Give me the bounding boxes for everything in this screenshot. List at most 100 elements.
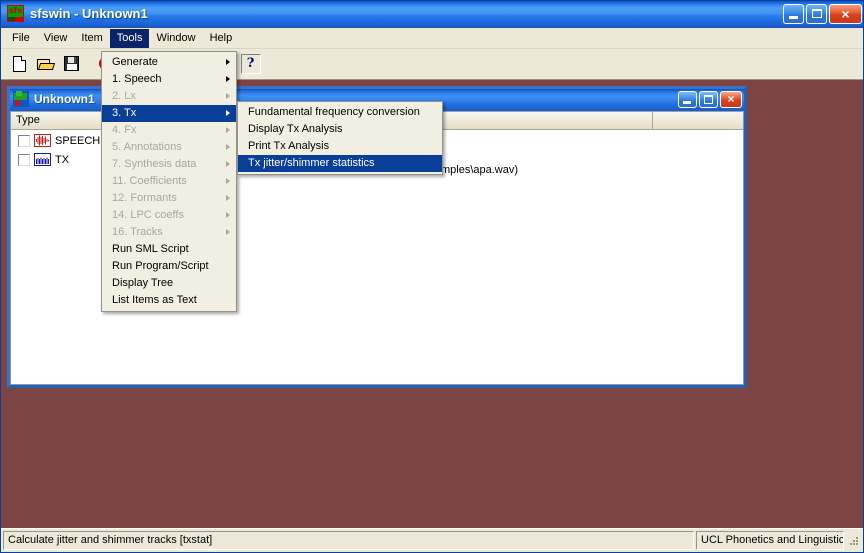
menu-item-label: Run Program/Script: [112, 260, 209, 272]
menu-item-label: 12. Formants: [112, 192, 177, 204]
maximize-button[interactable]: [806, 4, 827, 24]
title-bar-left-group: sfs sfswin - Unknown1: [7, 5, 148, 22]
chevron-right-icon: [226, 195, 230, 201]
menu-item-label: Run SML Script: [112, 243, 189, 255]
chevron-right-icon: [226, 93, 230, 99]
menu-help[interactable]: Help: [203, 29, 240, 48]
submenu-item-print-tx-analysis[interactable]: Print Tx Analysis: [238, 138, 442, 155]
tree-document-icon: [13, 91, 29, 107]
minimize-button[interactable]: [783, 4, 804, 24]
menu-item-label: Display Tree: [112, 277, 174, 289]
child-window-controls: ×: [678, 91, 742, 108]
row-checkbox[interactable]: [18, 134, 30, 147]
menu-window[interactable]: Window: [149, 29, 202, 48]
resize-grip-icon[interactable]: [847, 534, 861, 548]
menu-item-tracks: 16. Tracks: [102, 224, 236, 241]
submenu-item-fundamental-frequency-conversion[interactable]: Fundamental frequency conversion: [238, 104, 442, 121]
chevron-right-icon: [226, 144, 230, 150]
open-file-button[interactable]: [33, 52, 58, 76]
status-message: Calculate jitter and shimmer tracks [txs…: [3, 531, 694, 550]
save-file-button[interactable]: [59, 52, 84, 76]
row-checkbox[interactable]: [18, 153, 30, 166]
chevron-right-icon: [226, 59, 230, 65]
menu-bar: File View Item Tools Window Help: [1, 28, 863, 49]
menu-item-generate[interactable]: Generate: [102, 54, 236, 71]
help-button[interactable]: ?: [238, 52, 263, 76]
child-maximize-button[interactable]: [699, 91, 718, 108]
window-title: sfswin - Unknown1: [30, 6, 148, 21]
submenu-item-label: Display Tx Analysis: [248, 123, 343, 135]
menu-item-label: 3. Tx: [112, 107, 137, 119]
tx-track-icon: [34, 153, 51, 166]
menu-item-run-program-script[interactable]: Run Program/Script: [102, 258, 236, 275]
column-header-3[interactable]: [653, 112, 743, 129]
tx-submenu: Fundamental frequency conversion Display…: [237, 101, 443, 175]
menu-item-synthesis-data: 7. Synthesis data: [102, 156, 236, 173]
child-minimize-button[interactable]: [678, 91, 697, 108]
menu-item-label: 4. Fx: [112, 124, 137, 136]
status-bar: Calculate jitter and shimmer tracks [txs…: [1, 528, 863, 552]
menu-item-lx: 2. Lx: [102, 88, 236, 105]
menu-item-display-tree[interactable]: Display Tree: [102, 275, 236, 292]
row-type-label: TX: [55, 153, 70, 166]
menu-item-label: List Items as Text: [112, 294, 197, 306]
close-button[interactable]: ×: [829, 4, 862, 24]
menu-item-label: 1. Speech: [112, 73, 162, 85]
submenu-item-display-tx-analysis[interactable]: Display Tx Analysis: [238, 121, 442, 138]
chevron-right-icon: [226, 76, 230, 82]
chevron-right-icon: [226, 178, 230, 184]
chevron-right-icon: [226, 161, 230, 167]
menu-item-coefficients: 11. Coefficients: [102, 173, 236, 190]
menu-item-formants: 12. Formants: [102, 190, 236, 207]
submenu-item-label: Tx jitter/shimmer statistics: [248, 157, 375, 169]
menu-item-label: 11. Coefficients: [112, 175, 187, 187]
menu-item-label: 16. Tracks: [112, 226, 163, 238]
new-document-button[interactable]: [7, 52, 32, 76]
chevron-right-icon: [226, 229, 230, 235]
toolbar-separator: [85, 53, 92, 75]
window-controls: ×: [783, 4, 862, 24]
submenu-item-label: Fundamental frequency conversion: [248, 106, 420, 118]
minimize-icon: [789, 16, 798, 19]
new-document-icon: [13, 55, 26, 72]
maximize-icon: [704, 95, 713, 104]
menu-item-label: 7. Synthesis data: [112, 158, 197, 170]
menu-item-list-items-as-text[interactable]: List Items as Text: [102, 292, 236, 309]
menu-view[interactable]: View: [37, 29, 75, 48]
menu-file[interactable]: File: [5, 29, 37, 48]
save-disk-icon: [64, 56, 79, 71]
maximize-icon: [812, 9, 822, 18]
row-type-label: SPEECH: [55, 134, 101, 147]
menu-item-label: 2. Lx: [112, 90, 136, 102]
menu-item-annotations: 5. Annotations: [102, 139, 236, 156]
tools-dropdown-menu: Generate 1. Speech 2. Lx 3. Tx 4. Fx 5. …: [101, 51, 237, 312]
sfs-app-icon: sfs: [7, 5, 24, 22]
status-organization: UCL Phonetics and Linguistics: [696, 531, 844, 550]
menu-item-label: 5. Annotations: [112, 141, 182, 153]
chevron-right-icon: [226, 212, 230, 218]
menu-item-run-sml-script[interactable]: Run SML Script: [102, 241, 236, 258]
close-icon: ×: [727, 92, 735, 106]
menu-item-tx[interactable]: 3. Tx: [102, 105, 236, 122]
menu-item-label: 14. LPC coeffs: [112, 209, 184, 221]
sfswin-application-window: sfs sfswin - Unknown1 × File View Item T…: [0, 0, 864, 553]
question-mark-icon: ?: [240, 53, 261, 74]
main-title-bar: sfs sfswin - Unknown1 ×: [1, 1, 863, 28]
minimize-icon: [683, 101, 691, 104]
speech-waveform-icon: [34, 134, 51, 147]
child-window-title: Unknown1: [34, 92, 95, 106]
column-header-type[interactable]: Type: [11, 112, 111, 129]
chevron-right-icon: [226, 110, 230, 116]
menu-tools[interactable]: Tools: [109, 28, 150, 48]
menu-item-fx: 4. Fx: [102, 122, 236, 139]
menu-item-speech[interactable]: 1. Speech: [102, 71, 236, 88]
child-close-button[interactable]: ×: [720, 91, 742, 108]
row-detail-text: mples\apa.wav): [441, 164, 519, 176]
menu-item[interactable]: Item: [74, 29, 109, 48]
submenu-item-tx-jitter-shimmer-statistics[interactable]: Tx jitter/shimmer statistics: [238, 155, 442, 172]
close-icon: ×: [841, 6, 850, 22]
submenu-item-label: Print Tx Analysis: [248, 140, 330, 152]
menu-item-label: Generate: [112, 56, 158, 68]
open-folder-icon: [37, 57, 56, 71]
menu-item-lpc-coeffs: 14. LPC coeffs: [102, 207, 236, 224]
